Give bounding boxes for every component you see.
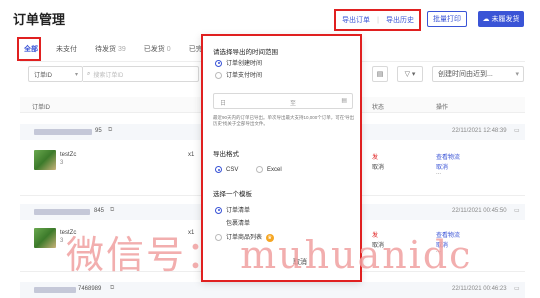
- tab-label: 全部: [24, 46, 38, 53]
- filter-icon: ▽ ▾: [404, 71, 416, 78]
- product-name: testZc: [60, 152, 77, 158]
- copy-icon[interactable]: ⧉: [110, 285, 114, 292]
- status-sub: 取消: [372, 165, 385, 171]
- order-id-suffix: 7468989: [78, 286, 102, 292]
- product-qty: x1: [188, 152, 195, 158]
- calendar-filter-button[interactable]: ▤: [372, 66, 388, 82]
- copy-icon[interactable]: ⧉: [108, 127, 112, 134]
- tab-label: 已发货: [143, 46, 165, 53]
- page-title: 订单管理: [13, 12, 66, 27]
- product-image: [34, 228, 56, 248]
- export-history-button[interactable]: 导出历史: [382, 13, 418, 27]
- order-time: 22/11/2021 12:48:39: [452, 128, 507, 134]
- bulk-print-button[interactable]: 批量打印: [427, 11, 467, 27]
- unpublished-label: 未履发货: [491, 16, 520, 23]
- tab-label: 待发货: [95, 46, 116, 53]
- header-divider: |: [377, 16, 379, 24]
- col-action: 操作: [436, 105, 449, 111]
- tab-to-ship[interactable]: 待发货 39: [91, 39, 130, 59]
- tab-label: 未支付: [56, 46, 77, 53]
- order-id-suffix: 95: [95, 128, 102, 134]
- more-actions[interactable]: ...: [436, 170, 441, 176]
- copy-icon[interactable]: ⧉: [110, 207, 114, 214]
- export-orders-button[interactable]: 导出订单: [338, 13, 374, 27]
- chevron-down-icon: ▾: [74, 71, 78, 78]
- masked-order-id: [34, 209, 90, 215]
- chevron-down-icon: ▾: [515, 71, 519, 78]
- order-time: 22/11/2021 00:45:50: [452, 208, 507, 214]
- search-icon: ⌕: [87, 70, 91, 77]
- tab-unpaid[interactable]: 未支付: [52, 39, 81, 59]
- tab-all[interactable]: 全部: [20, 39, 42, 59]
- product-variant: 3: [60, 160, 64, 166]
- search-placeholder: 搜索订单ID: [93, 72, 124, 79]
- tab-count: 39: [118, 45, 126, 53]
- sort-select[interactable]: 创建时间由近到... ▾: [432, 66, 524, 82]
- cloud-icon: ☁: [482, 16, 490, 23]
- note-icon[interactable]: ▭: [514, 207, 520, 214]
- order-time: 22/11/2021 00:46:23: [452, 286, 507, 292]
- field-select-value: 订单ID: [34, 72, 53, 79]
- tab-count: 0: [166, 45, 171, 53]
- search-input[interactable]: ⌕ 搜索订单ID: [83, 66, 199, 82]
- col-order-id: 订单ID: [32, 105, 51, 111]
- product-variant: 3: [60, 238, 64, 244]
- watermark-text: 微信号： muhuanidc: [66, 233, 473, 277]
- unpublished-button[interactable]: ☁ 未履发货: [478, 11, 524, 27]
- sort-select-value: 创建时间由近到...: [438, 71, 493, 78]
- note-icon[interactable]: ▭: [514, 285, 520, 292]
- note-icon[interactable]: ▭: [514, 127, 520, 134]
- view-logistics-link[interactable]: 查看物流: [436, 152, 460, 161]
- product-image: [34, 150, 56, 170]
- filter-button[interactable]: ▽ ▾: [397, 66, 423, 82]
- order-row-header: 7468989 ⧉ 22/11/2021 00:46:23 ▭: [20, 282, 525, 298]
- masked-order-id: [34, 129, 92, 135]
- status-tabs: 全部 未支付 待发货 39 已发货 0 已完成: [20, 37, 214, 61]
- tab-shipped[interactable]: 已发货 0: [140, 39, 175, 59]
- masked-order-id: [34, 287, 76, 293]
- field-select[interactable]: 订单ID ▾: [28, 66, 83, 82]
- calendar-icon: ▤: [376, 71, 384, 78]
- order-management-page: 订单管理 导出订单 | 导出历史 批量打印 ☁ 未履发货 全部 未支付 待发货 39…: [0, 0, 540, 298]
- status-badge: 发: [372, 155, 379, 161]
- order-id-suffix: 845: [94, 208, 105, 214]
- col-status: 状态: [372, 105, 385, 111]
